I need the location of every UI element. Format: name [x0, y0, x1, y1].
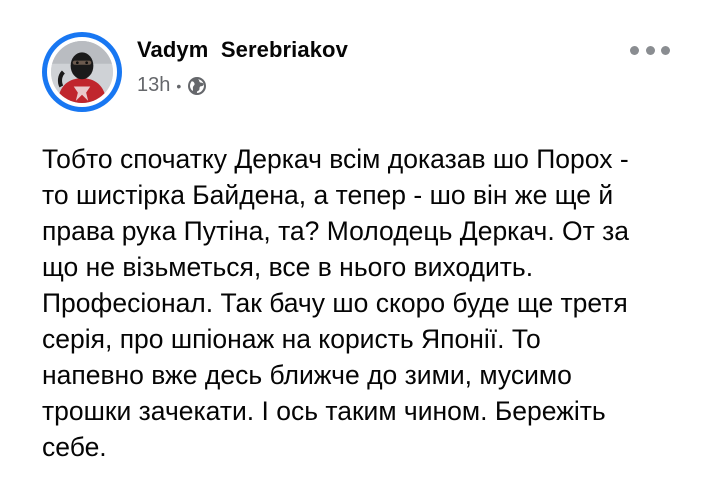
more-options-icon[interactable] [630, 40, 670, 60]
post-text-line: права рука Путіна, та? Молодець Деркач. … [42, 216, 630, 246]
post-text: Тобто спочатку Деркач всім доказав шо По… [42, 141, 682, 465]
author-name[interactable]: Vadym Serebriakov [137, 37, 348, 63]
post-text-line: себе. [42, 432, 107, 462]
post-text-line: то шистірка Байдена, а тепер - шо він же… [42, 180, 614, 210]
profile-photo-image [51, 41, 113, 103]
post-card: Vadym Serebriakov 13h • Тобто спочатку Д… [0, 0, 711, 477]
more-dot [645, 45, 655, 55]
post-text-line: Професіонал. Так бачу шо скоро буде ще т… [42, 288, 628, 318]
meta-separator: • [176, 77, 182, 94]
post-text-line: серія, про шпіонаж на користь Японії. То [42, 324, 541, 354]
post-text-line: напевно вже десь ближче до зими, мусимо [42, 360, 572, 390]
more-dot [661, 45, 670, 55]
profile-photo [51, 41, 113, 103]
globe-icon-graphic [188, 76, 207, 95]
author-avatar[interactable] [42, 32, 122, 112]
post-meta: 13h • [137, 74, 207, 97]
more-dot [630, 45, 639, 55]
globe-icon[interactable] [187, 76, 207, 96]
post-timestamp[interactable]: 13h [137, 74, 170, 97]
post-text-line: Тобто спочатку Деркач всім доказав шо По… [42, 144, 629, 174]
post-text-line: трошки зачекати. І ось таким чином. Бере… [42, 396, 606, 426]
post-text-line: що не візьметься, все в нього виходить. [42, 252, 534, 282]
